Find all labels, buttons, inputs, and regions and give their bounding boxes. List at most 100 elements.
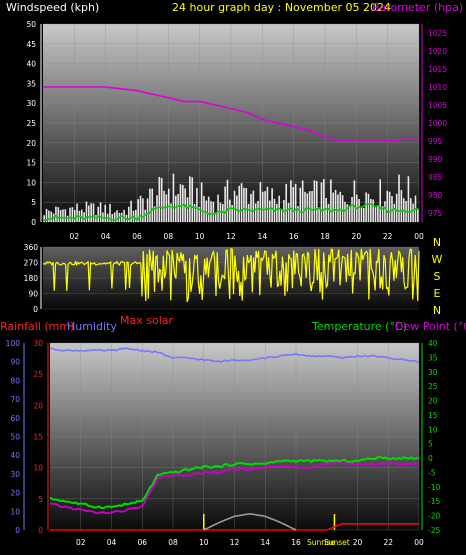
compass-label: W — [432, 253, 443, 266]
time-tick-label: 06 — [137, 538, 147, 547]
barometer-tick-label: 975 — [428, 209, 443, 218]
humidity-axis-label: Humidity — [67, 320, 117, 333]
barometer-tick-label: 985 — [428, 173, 443, 182]
wind-gust-bar — [287, 203, 290, 222]
wind-gust-bar — [76, 203, 78, 222]
temperature-tick-label: -10 — [428, 483, 440, 492]
direction-tick-label: 90 — [28, 290, 38, 299]
direction-tick-label: 0 — [33, 305, 38, 314]
wind-gust-bar — [358, 199, 360, 222]
barometer-tick-label: 990 — [428, 155, 443, 164]
humidity-tick-label: 20 — [10, 489, 20, 498]
chart-title: 24 hour graph day : November 05 2024 — [172, 1, 391, 14]
wind-gust-bar — [304, 191, 306, 222]
humidity-tick-label: 50 — [10, 433, 20, 442]
temperature-axis-label: Temperature (°C) — [311, 320, 407, 333]
wind-gust-bar — [88, 205, 90, 222]
temperature-tick-label: -20 — [428, 512, 440, 521]
wind-tick-label: 5 — [31, 198, 36, 207]
wind-gust-bar — [341, 195, 344, 222]
wind-gust-bar — [85, 201, 88, 222]
wind-tick-label: 40 — [26, 60, 36, 69]
wind-gust-bar — [372, 199, 374, 222]
humidity-tick-label: 0 — [15, 526, 20, 535]
time-tick-label: 16 — [289, 232, 299, 241]
wind-gust-bar — [179, 184, 182, 222]
humidity-tick-label: 90 — [10, 358, 20, 367]
time-tick-label: 22 — [383, 232, 393, 241]
rainfall-axis-label: Rainfall (mm) — [0, 320, 74, 333]
wind-tick-label: 10 — [26, 178, 36, 187]
compass-label: E — [434, 287, 441, 300]
wind-gust-bar — [285, 183, 288, 222]
temperature-tick-label: 35 — [428, 353, 438, 362]
barometer-tick-label: 1015 — [428, 65, 447, 74]
time-tick-label: 14 — [260, 538, 270, 547]
wind-gust-bar — [90, 203, 92, 222]
wind-gust-bar — [360, 207, 363, 222]
wind-gust-bar — [365, 192, 367, 222]
wind-gust-bar — [374, 207, 377, 222]
rainfall-tick-label: 30 — [33, 339, 43, 348]
wind-gust-bar — [177, 194, 179, 222]
wind-gust-bar — [172, 173, 175, 222]
wind-gust-bar — [83, 212, 85, 222]
temperature-tick-label: 15 — [428, 411, 438, 420]
wind-tick-label: 50 — [26, 20, 36, 29]
wind-gust-bar — [367, 193, 370, 222]
wind-gust-bar — [257, 200, 259, 222]
wind-gust-bar — [254, 203, 257, 222]
rainfall-tick-label: 5 — [38, 495, 43, 504]
wind-gust-bar — [315, 180, 318, 222]
wind-gust-bar — [99, 202, 102, 222]
wind-gust-bar — [259, 182, 262, 222]
wind-gust-bar — [407, 176, 410, 222]
wind-gust-bar — [73, 209, 76, 222]
wind-gust-bar — [123, 209, 125, 222]
wind-gust-bar — [196, 187, 198, 222]
wind-gust-bar — [226, 179, 229, 222]
temperature-tick-label: -5 — [428, 468, 436, 477]
wind-gust-bar — [377, 206, 379, 222]
wind-gust-bar — [200, 182, 203, 222]
wind-gust-bar — [191, 177, 194, 222]
wind-gust-bar — [229, 199, 231, 222]
rainfall-tick-label: 15 — [33, 433, 43, 442]
humidity-tick-label: 80 — [10, 376, 20, 385]
wind-gust-bar — [330, 179, 332, 222]
time-tick-label: 04 — [107, 538, 117, 547]
time-tick-label: 14 — [258, 232, 268, 241]
barometer-tick-label: 1010 — [428, 83, 447, 92]
compass-label: N — [433, 304, 441, 317]
compass-label: N — [433, 236, 441, 249]
temperature-tick-label: 0 — [428, 454, 433, 463]
temperature-tick-label: 30 — [428, 368, 438, 377]
wind-gust-bar — [151, 188, 154, 222]
temperature-tick-label: -25 — [428, 526, 440, 535]
wind-tick-label: 30 — [26, 99, 36, 108]
temperature-tick-label: 5 — [428, 440, 433, 449]
time-tick-label: 08 — [168, 538, 178, 547]
wind-gust-bar — [64, 209, 67, 222]
time-tick-label: 06 — [132, 232, 142, 241]
wind-gust-bar — [301, 180, 304, 222]
wind-gust-bar — [320, 182, 323, 222]
wind-gust-bar — [337, 194, 339, 222]
wind-tick-label: 20 — [26, 139, 36, 148]
wind-gust-bar — [48, 210, 50, 222]
wind-gust-bar — [299, 187, 302, 222]
humidity-tick-label: 70 — [10, 395, 20, 404]
wind-gust-bar — [266, 186, 269, 222]
wind-gust-bar — [238, 185, 241, 222]
wind-gust-bar — [370, 198, 372, 222]
wind-gust-bar — [294, 183, 297, 222]
time-tick-label: 02 — [76, 538, 86, 547]
wind-gust-bar — [55, 206, 57, 222]
time-tick-label: 20 — [353, 538, 363, 547]
wind-gust-bar — [71, 207, 74, 222]
wind-gust-bar — [400, 190, 403, 222]
wind-gust-bar — [50, 211, 53, 222]
windspeed-axis-label: Windspeed (kph) — [6, 1, 99, 14]
wind-gust-bar — [388, 191, 391, 222]
time-tick-label: 16 — [291, 538, 301, 547]
